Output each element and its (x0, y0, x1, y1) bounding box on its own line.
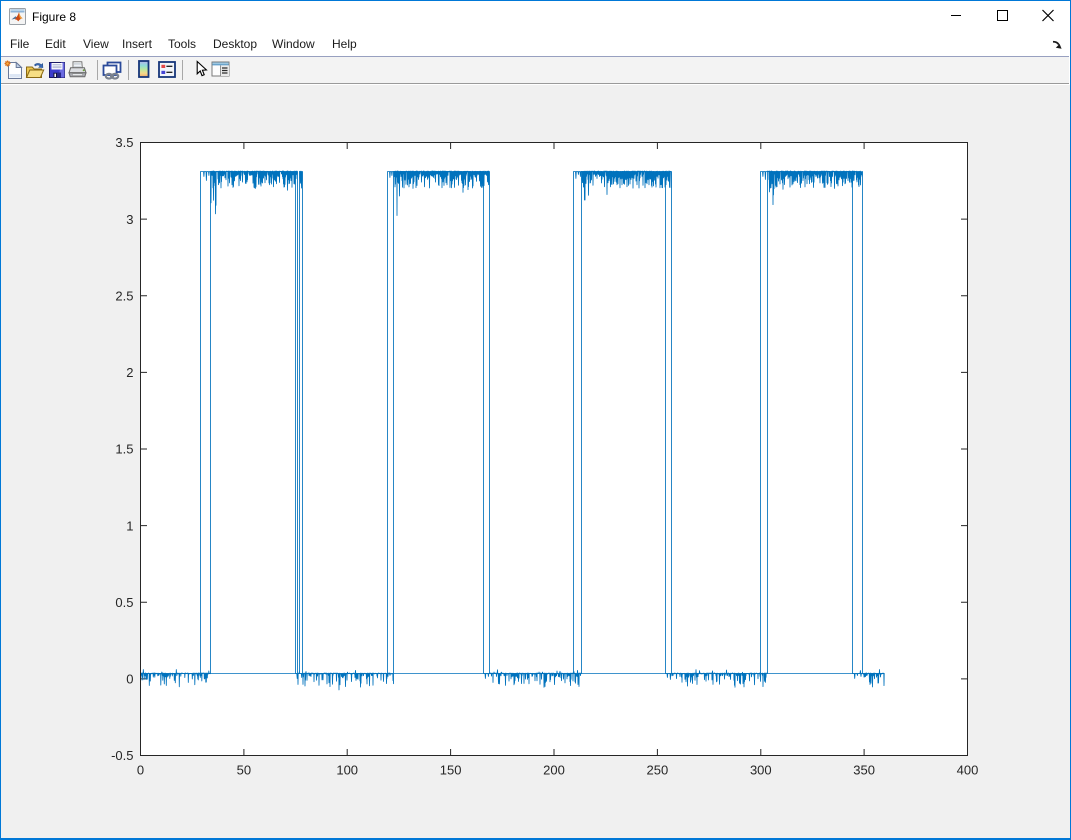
svg-text:1.5: 1.5 (115, 442, 133, 457)
svg-text:350: 350 (853, 763, 875, 778)
svg-text:-0.5: -0.5 (111, 748, 133, 763)
svg-text:150: 150 (440, 763, 462, 778)
svg-text:2: 2 (126, 365, 133, 380)
svg-text:0.5: 0.5 (115, 595, 133, 610)
svg-text:1: 1 (126, 518, 133, 533)
svg-text:300: 300 (750, 763, 772, 778)
svg-text:400: 400 (957, 763, 979, 778)
svg-text:2.5: 2.5 (115, 288, 133, 303)
svg-text:50: 50 (237, 763, 251, 778)
svg-text:3.5: 3.5 (115, 135, 133, 150)
svg-text:0: 0 (126, 672, 133, 687)
svg-text:3: 3 (126, 212, 133, 227)
svg-text:200: 200 (543, 763, 565, 778)
svg-text:250: 250 (647, 763, 669, 778)
svg-text:100: 100 (336, 763, 358, 778)
svg-text:0: 0 (137, 763, 144, 778)
